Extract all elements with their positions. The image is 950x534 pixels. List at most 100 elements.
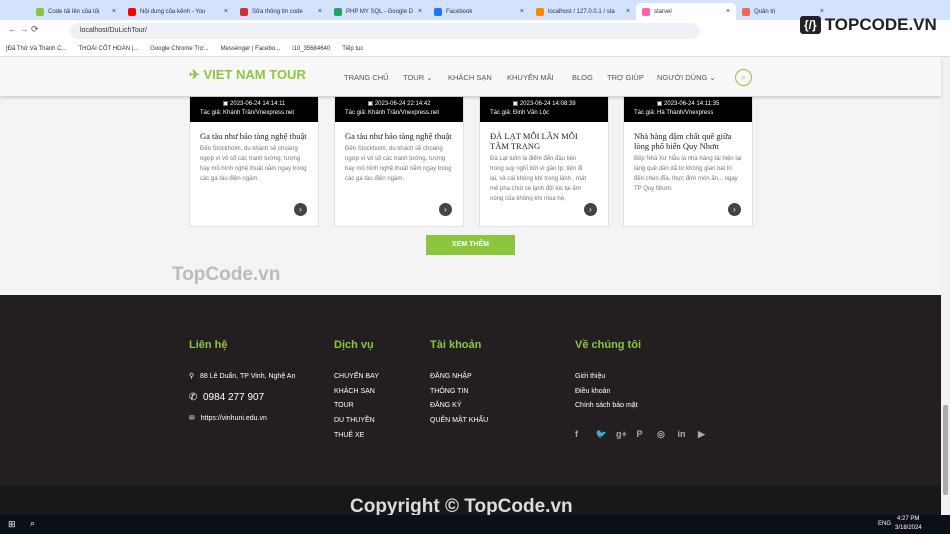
- browser-tab[interactable]: Nội dung của kênh - You ×: [122, 3, 234, 20]
- arrow-right-icon[interactable]: ›: [728, 203, 741, 216]
- browser-tab[interactable]: starvel ×: [636, 3, 736, 20]
- browser-tab[interactable]: Code tải lên của tôi ×: [30, 3, 122, 20]
- phone-icon: ✆: [189, 392, 198, 403]
- card-meta: ▣ 2023-06-24 14:08:39 Tác giả: Đinh Văn L…: [480, 97, 608, 122]
- blog-card[interactable]: ▣ 2023-06-24 14:14:11 Tác giả: Khánh Trần…: [189, 96, 319, 227]
- card-title[interactable]: Ga tàu như bảo tàng nghệ thuật: [190, 122, 318, 141]
- card-date: ▣ 2023-06-24 22:14:42: [345, 100, 453, 107]
- blog-card[interactable]: ▣ 2023-06-24 14:08:39 Tác giả: Đinh Văn L…: [479, 96, 609, 227]
- tab-title: Facebook: [446, 8, 473, 15]
- tab-favicon: [240, 7, 248, 16]
- search-icon[interactable]: ⌕: [735, 69, 752, 86]
- tab-title: Quản trị: [754, 8, 776, 15]
- clock-date[interactable]: 3/18/2024: [895, 525, 922, 531]
- url-input[interactable]: localhost/DuLichTour/: [70, 23, 700, 39]
- nav-item[interactable]: TOUR ⌄: [403, 73, 432, 82]
- scrollbar-thumb[interactable]: [943, 405, 948, 495]
- bookmark-item[interactable]: Tiếp tục: [342, 46, 363, 52]
- social-icon[interactable]: in: [678, 429, 686, 439]
- nav-buttons[interactable]: ← → ⟳: [8, 24, 39, 35]
- nav-item[interactable]: KHUYẾN MÃI: [507, 73, 554, 82]
- account-link[interactable]: ĐĂNG KÝ: [430, 402, 462, 409]
- bookmark-item[interactable]: THOÁI CỐT HOÀN |...: [79, 46, 139, 52]
- tab-favicon: [36, 7, 44, 16]
- tab-favicon: [334, 7, 342, 16]
- nav-item[interactable]: NGƯỜI DÙNG ⌄: [657, 73, 716, 82]
- about-link[interactable]: Giới thiệu: [575, 373, 605, 380]
- start-icon[interactable]: ⊞: [8, 519, 16, 530]
- browser-tab[interactable]: Facebook ×: [428, 3, 530, 20]
- close-tab-icon[interactable]: ×: [112, 8, 116, 15]
- blog-card[interactable]: ▣ 2023-06-24 14:11:35 Tác giả: Hà Thanh/V…: [623, 96, 753, 227]
- site-logo[interactable]: ✈ VIET NAM TOUR: [189, 67, 306, 83]
- account-link[interactable]: THÔNG TIN: [430, 388, 468, 395]
- card-date-text: 2023-06-24 14:14:11: [230, 101, 286, 107]
- social-icon[interactable]: P: [637, 429, 643, 439]
- card-title[interactable]: Ga tàu như bảo tàng nghệ thuật: [335, 122, 463, 141]
- close-tab-icon[interactable]: ×: [520, 8, 524, 15]
- topcode-logo: {/} TOPCODE.VN: [800, 8, 940, 42]
- social-icon[interactable]: 🐦: [596, 429, 607, 440]
- card-date: ▣ 2023-06-24 14:14:11: [200, 100, 308, 107]
- arrow-right-icon[interactable]: ›: [294, 203, 307, 216]
- nav-item[interactable]: TRỢ GIÚP: [607, 73, 644, 82]
- card-date: ▣ 2023-06-24 14:11:35: [634, 100, 742, 107]
- website[interactable]: ✉ https://vinhuni.edu.vn: [189, 414, 267, 422]
- contact-heading: Liên hệ: [189, 339, 228, 351]
- close-tab-icon[interactable]: ×: [418, 8, 422, 15]
- close-tab-icon[interactable]: ×: [224, 8, 228, 15]
- card-date: ▣ 2023-06-24 14:08:39: [490, 100, 598, 107]
- services-link[interactable]: KHÁCH SẠN: [334, 388, 375, 395]
- bookmarks-bar: [Đã Thử Và Thành C... THOÁI CỐT HOÀN |...…: [0, 41, 950, 57]
- services-link[interactable]: THUÊ XE: [334, 432, 364, 439]
- social-icon[interactable]: f: [575, 429, 578, 439]
- browser-tab[interactable]: Sửa thông tin code ×: [234, 3, 328, 20]
- blog-card[interactable]: ▣ 2023-06-24 22:14:42 Tác giả: Khánh Trần…: [334, 96, 464, 227]
- account-heading: Tài khoản: [430, 339, 482, 351]
- tab-favicon: [742, 7, 750, 16]
- arrow-right-icon[interactable]: ›: [439, 203, 452, 216]
- card-title[interactable]: Nhà hàng đậm chất quê giữa lòng phố biển…: [624, 122, 752, 151]
- services-link[interactable]: CHUYẾN BAY: [334, 373, 379, 380]
- card-excerpt: Đến Stockholm, du khách sẽ choáng ngợp v…: [200, 146, 307, 182]
- calendar-icon: ▣: [222, 101, 231, 107]
- card-meta: ▣ 2023-06-24 14:14:11 Tác giả: Khánh Trần…: [190, 97, 318, 122]
- tab-title: PHP MY SQL - Google D: [346, 8, 413, 15]
- tab-title: localhost / 127.0.0.1 / sta: [548, 8, 615, 15]
- card-title[interactable]: ĐÀ LẠT MỖI LẦN MỖI TÂM TRẠNG: [480, 122, 608, 151]
- tab-favicon: [434, 7, 442, 16]
- see-more-button[interactable]: XEM THÊM: [426, 235, 515, 255]
- browser-tab[interactable]: localhost / 127.0.0.1 / sta ×: [530, 3, 636, 20]
- card-date-text: 2023-06-24 14:08:39: [519, 101, 576, 107]
- account-link[interactable]: ĐĂNG NHẬP: [430, 373, 472, 380]
- close-tab-icon[interactable]: ×: [726, 8, 730, 15]
- about-link[interactable]: Chính sách bảo mật: [575, 402, 638, 409]
- nav-item[interactable]: TRANG CHỦ: [344, 73, 389, 82]
- social-icon[interactable]: ◎: [657, 429, 665, 440]
- social-icon[interactable]: ▶: [698, 429, 705, 440]
- arrow-right-icon[interactable]: ›: [584, 203, 597, 216]
- about-link[interactable]: Điều khoản: [575, 388, 610, 395]
- language-indicator[interactable]: ENG: [878, 521, 891, 527]
- close-tab-icon[interactable]: ×: [318, 8, 322, 15]
- bookmark-item[interactable]: i10_35684640: [292, 46, 330, 52]
- social-icon[interactable]: g+: [616, 429, 627, 439]
- account-link[interactable]: QUÊN MẬT KHẨU: [430, 417, 488, 424]
- search-icon[interactable]: ⌕: [30, 518, 35, 529]
- location-icon: ⚲: [189, 373, 195, 380]
- nav-item[interactable]: KHÁCH SẠN: [448, 73, 492, 82]
- tab-favicon: [536, 7, 544, 16]
- bookmark-item[interactable]: Messenger | Facebo...: [221, 46, 281, 52]
- bookmark-item[interactable]: Google Chrome Trợ...: [150, 46, 208, 52]
- bookmark-item[interactable]: [Đã Thử Và Thành C...: [6, 46, 67, 52]
- browser-tab[interactable]: PHP MY SQL - Google D ×: [328, 3, 428, 20]
- services-link[interactable]: TOUR: [334, 402, 354, 409]
- tab-title: starvel: [654, 8, 672, 15]
- nav-item[interactable]: BLOG: [572, 73, 593, 82]
- close-tab-icon[interactable]: ×: [626, 8, 630, 15]
- services-link[interactable]: DU THUYỀN: [334, 417, 375, 424]
- clock-time[interactable]: 4:27 PM: [897, 516, 919, 522]
- card-meta: ▣ 2023-06-24 22:14:42 Tác giả: Khánh Trần…: [335, 97, 463, 122]
- tab-favicon: [642, 7, 650, 16]
- tab-title: Nội dung của kênh - You: [140, 8, 206, 15]
